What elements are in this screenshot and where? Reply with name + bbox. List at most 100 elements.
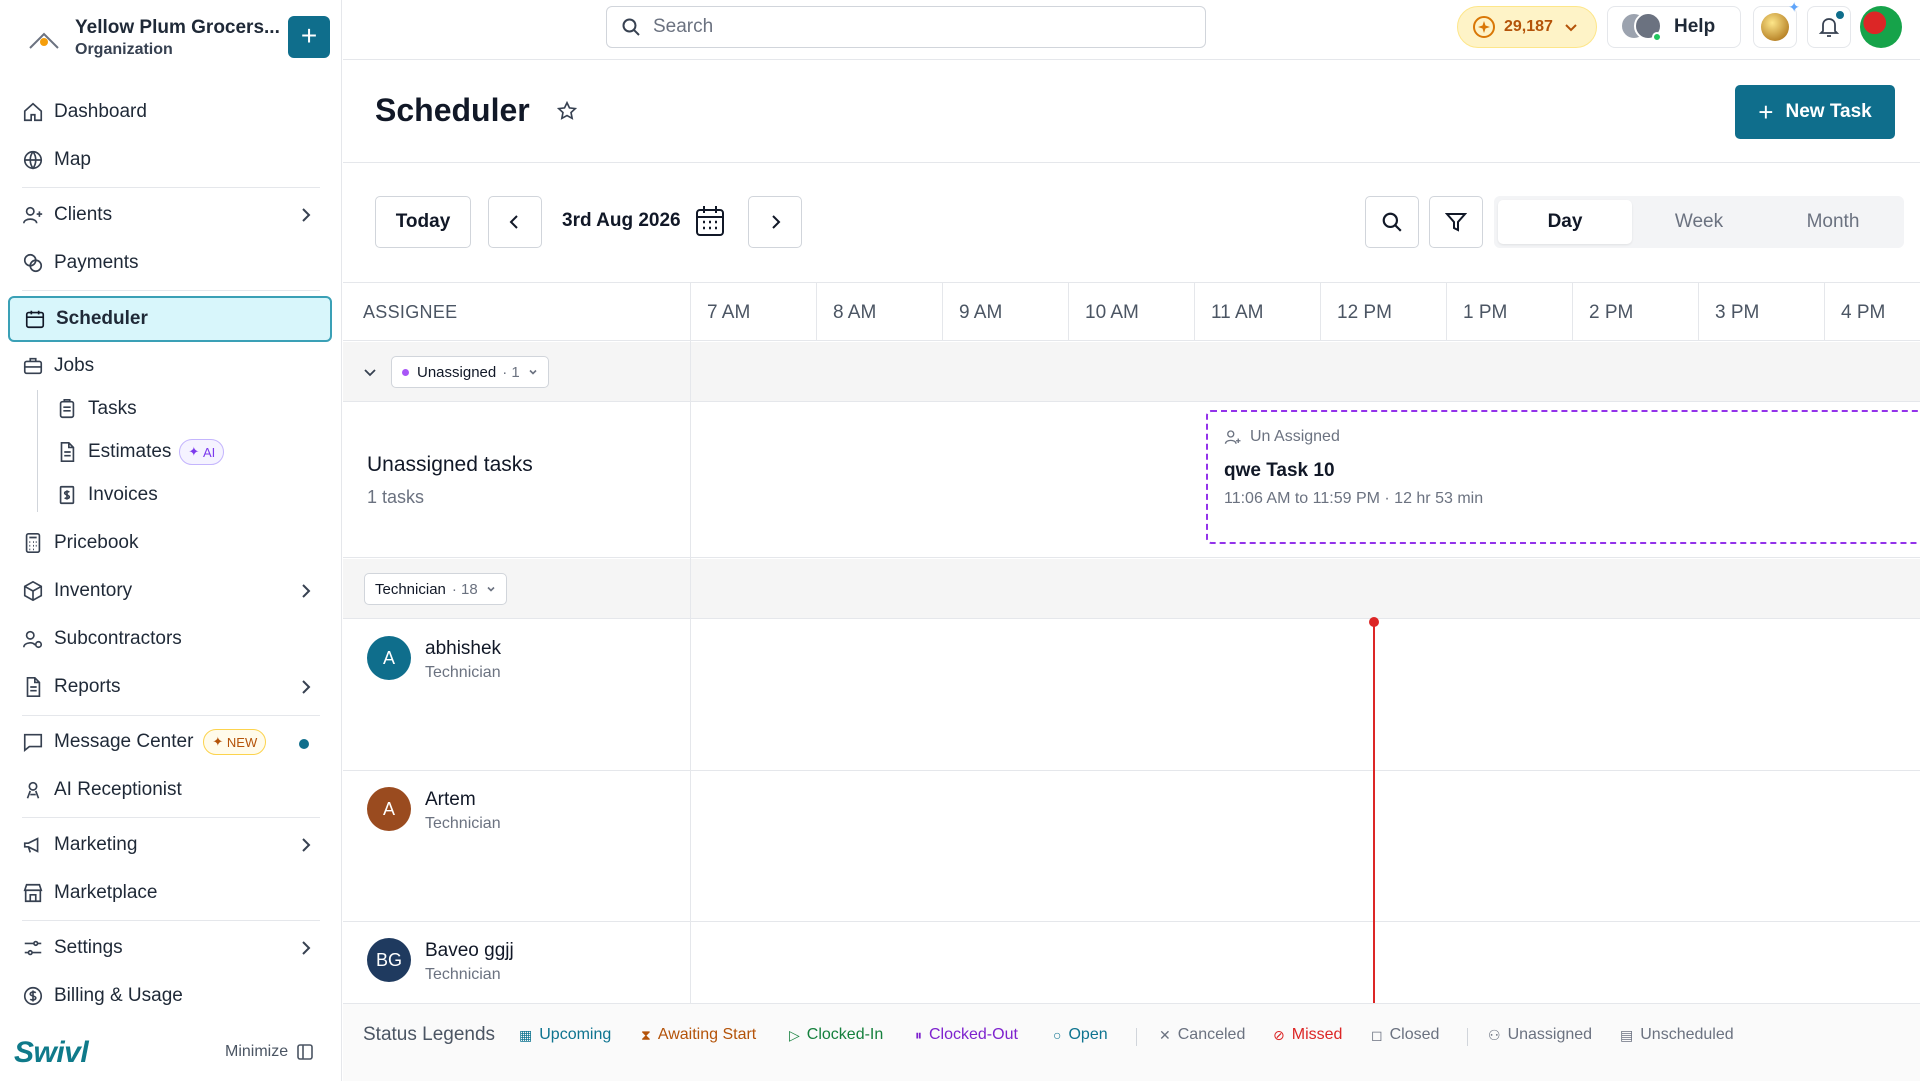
prev-date-button[interactable] bbox=[488, 196, 542, 248]
new-badge-label: NEW bbox=[226, 734, 258, 750]
table-row[interactable]: A Artem Technician bbox=[343, 771, 1920, 922]
legend-divider bbox=[1136, 1028, 1137, 1046]
view-toggle: Day Week Month bbox=[1494, 196, 1904, 248]
sidebar-item-label: Message Center bbox=[54, 731, 194, 752]
current-time-dot bbox=[1369, 617, 1379, 627]
table-row[interactable]: A abhishek Technician bbox=[343, 620, 1920, 771]
collapse-chevron-icon[interactable] bbox=[363, 365, 377, 379]
globe-icon bbox=[22, 149, 44, 171]
search-tasks-button[interactable] bbox=[1365, 196, 1419, 248]
legend-title: Status Legends bbox=[363, 1024, 496, 1045]
sidebar-item-subcontractors[interactable]: Subcontractors bbox=[8, 617, 332, 661]
legend-item-closed: ◻ Closed bbox=[1371, 1026, 1439, 1044]
sparkle-icon: ✦ bbox=[212, 734, 227, 749]
unassigned-count: 1 tasks bbox=[367, 487, 425, 507]
message-icon bbox=[22, 731, 44, 753]
sidebar-item-tasks[interactable]: Tasks bbox=[36, 387, 332, 431]
unassigned-group-pill[interactable]: Unassigned · 1 bbox=[391, 356, 549, 388]
clipboard-icon bbox=[56, 398, 78, 420]
task-status-label: Un Assigned bbox=[1250, 428, 1340, 445]
table-row[interactable]: BG Baveo ggjj Technician bbox=[343, 922, 1920, 1003]
technician-name: abhishek bbox=[425, 638, 502, 659]
view-day-tab[interactable]: Day bbox=[1498, 200, 1632, 244]
view-week-tab[interactable]: Week bbox=[1632, 200, 1766, 244]
ai-badge-label: AI bbox=[202, 444, 216, 460]
technician-role: Technician bbox=[425, 815, 501, 832]
divider bbox=[22, 187, 320, 188]
sidebar-item-map[interactable]: Map bbox=[8, 138, 332, 182]
sidebar-item-marketing[interactable]: Marketing bbox=[8, 823, 332, 867]
sidebar-item-billing[interactable]: Billing & Usage bbox=[8, 974, 332, 1018]
chevron-left-icon bbox=[509, 215, 518, 229]
support-avatars bbox=[1620, 12, 1664, 42]
today-button[interactable]: Today bbox=[375, 196, 471, 248]
page-title: Scheduler bbox=[375, 92, 530, 128]
task-card[interactable]: Un Assigned qwe Task 10 11:06 AM to 11:5… bbox=[1206, 410, 1920, 544]
unassigned-row: Unassigned tasks 1 tasks Un Assigned qwe… bbox=[343, 403, 1920, 558]
group-label: Technician bbox=[375, 580, 446, 598]
sidebar-item-scheduler[interactable]: Scheduler bbox=[8, 296, 332, 342]
sidebar-item-jobs[interactable]: Jobs bbox=[8, 344, 332, 388]
sidebar-item-label: Pricebook bbox=[54, 532, 139, 553]
search-input[interactable] bbox=[653, 16, 1153, 38]
sidebar-item-dashboard[interactable]: Dashboard bbox=[8, 90, 332, 134]
assignee-column-divider bbox=[690, 283, 691, 1003]
square-icon: ◻ bbox=[1371, 1026, 1383, 1043]
user-avatar[interactable] bbox=[1860, 6, 1902, 48]
sidebar-item-estimates[interactable]: Estimates ✦ AI bbox=[36, 430, 332, 474]
sidebar-item-inventory[interactable]: Inventory bbox=[8, 569, 332, 613]
document-icon bbox=[56, 441, 78, 463]
status-legend: Status Legends ▦ Upcoming ⧗ Awaiting Start… bbox=[343, 1003, 1920, 1081]
hour-header: 12 PM bbox=[1320, 283, 1446, 341]
sidebar-item-label: Payments bbox=[54, 252, 139, 273]
search-box[interactable] bbox=[606, 6, 1206, 48]
technician-role: Technician bbox=[425, 966, 501, 983]
sidebar-item-message-center[interactable]: Message Center ✦ NEW bbox=[8, 720, 332, 764]
hour-header: 11 AM bbox=[1194, 283, 1320, 341]
sidebar-item-invoices[interactable]: Invoices bbox=[36, 473, 332, 517]
sidebar-item-label: Scheduler bbox=[56, 308, 148, 329]
user-gear-icon bbox=[22, 628, 44, 650]
technician-group-pill[interactable]: Technician · 18 bbox=[364, 573, 507, 605]
filter-button[interactable] bbox=[1429, 196, 1483, 248]
pause-icon: ⏸ bbox=[915, 1026, 922, 1043]
minimize-label: Minimize bbox=[225, 1043, 289, 1060]
sidebar-item-clients[interactable]: Clients bbox=[8, 193, 332, 237]
legend-label: Open bbox=[1068, 1026, 1108, 1043]
next-date-button[interactable] bbox=[748, 196, 802, 248]
view-month-tab[interactable]: Month bbox=[1766, 200, 1900, 244]
avatar: A bbox=[367, 787, 411, 831]
sidebar-item-pricebook[interactable]: Pricebook bbox=[8, 521, 332, 565]
legend-item-open: ○ Open bbox=[1053, 1026, 1108, 1044]
sidebar-item-reports[interactable]: Reports bbox=[8, 665, 332, 709]
sidebar-item-label: Jobs bbox=[54, 355, 95, 376]
chevron-down-icon bbox=[1565, 24, 1577, 32]
legend-item-awaiting-start: ⧗ Awaiting Start bbox=[641, 1026, 756, 1044]
minimize-button[interactable]: Minimize bbox=[225, 1043, 314, 1061]
org-add-button[interactable]: + bbox=[288, 16, 330, 58]
credits-button[interactable]: 29,187 bbox=[1457, 6, 1597, 48]
task-title: qwe Task 10 bbox=[1224, 460, 1335, 481]
help-button[interactable]: Help bbox=[1607, 6, 1741, 48]
sidebar-item-ai-receptionist[interactable]: AI Receptionist bbox=[8, 768, 332, 812]
sidebar-item-marketplace[interactable]: Marketplace bbox=[8, 871, 332, 915]
calendar-off-icon: ▤ bbox=[1620, 1026, 1634, 1043]
dollar-circle-icon bbox=[22, 985, 44, 1007]
chevron-right-icon bbox=[302, 208, 311, 222]
favorite-star-icon[interactable] bbox=[556, 100, 578, 122]
sidebar-item-settings[interactable]: Settings bbox=[8, 926, 332, 970]
notifications-button[interactable] bbox=[1807, 6, 1851, 48]
sidebar-item-label: AI Receptionist bbox=[54, 779, 182, 800]
user-icon: ⚇ bbox=[1488, 1026, 1501, 1043]
new-task-button[interactable]: + New Task bbox=[1735, 85, 1895, 139]
chevron-down-icon bbox=[529, 369, 537, 375]
group-header-technician: Technician · 18 bbox=[343, 559, 1920, 619]
technician-name: Artem bbox=[425, 789, 476, 810]
sidebar-item-payments[interactable]: Payments bbox=[8, 241, 332, 285]
x-icon: ✕ bbox=[1159, 1026, 1171, 1043]
divider bbox=[22, 817, 320, 818]
calendar-picker-icon[interactable] bbox=[695, 205, 725, 237]
store-icon bbox=[22, 882, 44, 904]
org-switcher[interactable]: Yellow Plum Grocers... Organization + bbox=[22, 14, 332, 64]
ai-assistant-button[interactable]: ✦ bbox=[1753, 0, 1800, 48]
